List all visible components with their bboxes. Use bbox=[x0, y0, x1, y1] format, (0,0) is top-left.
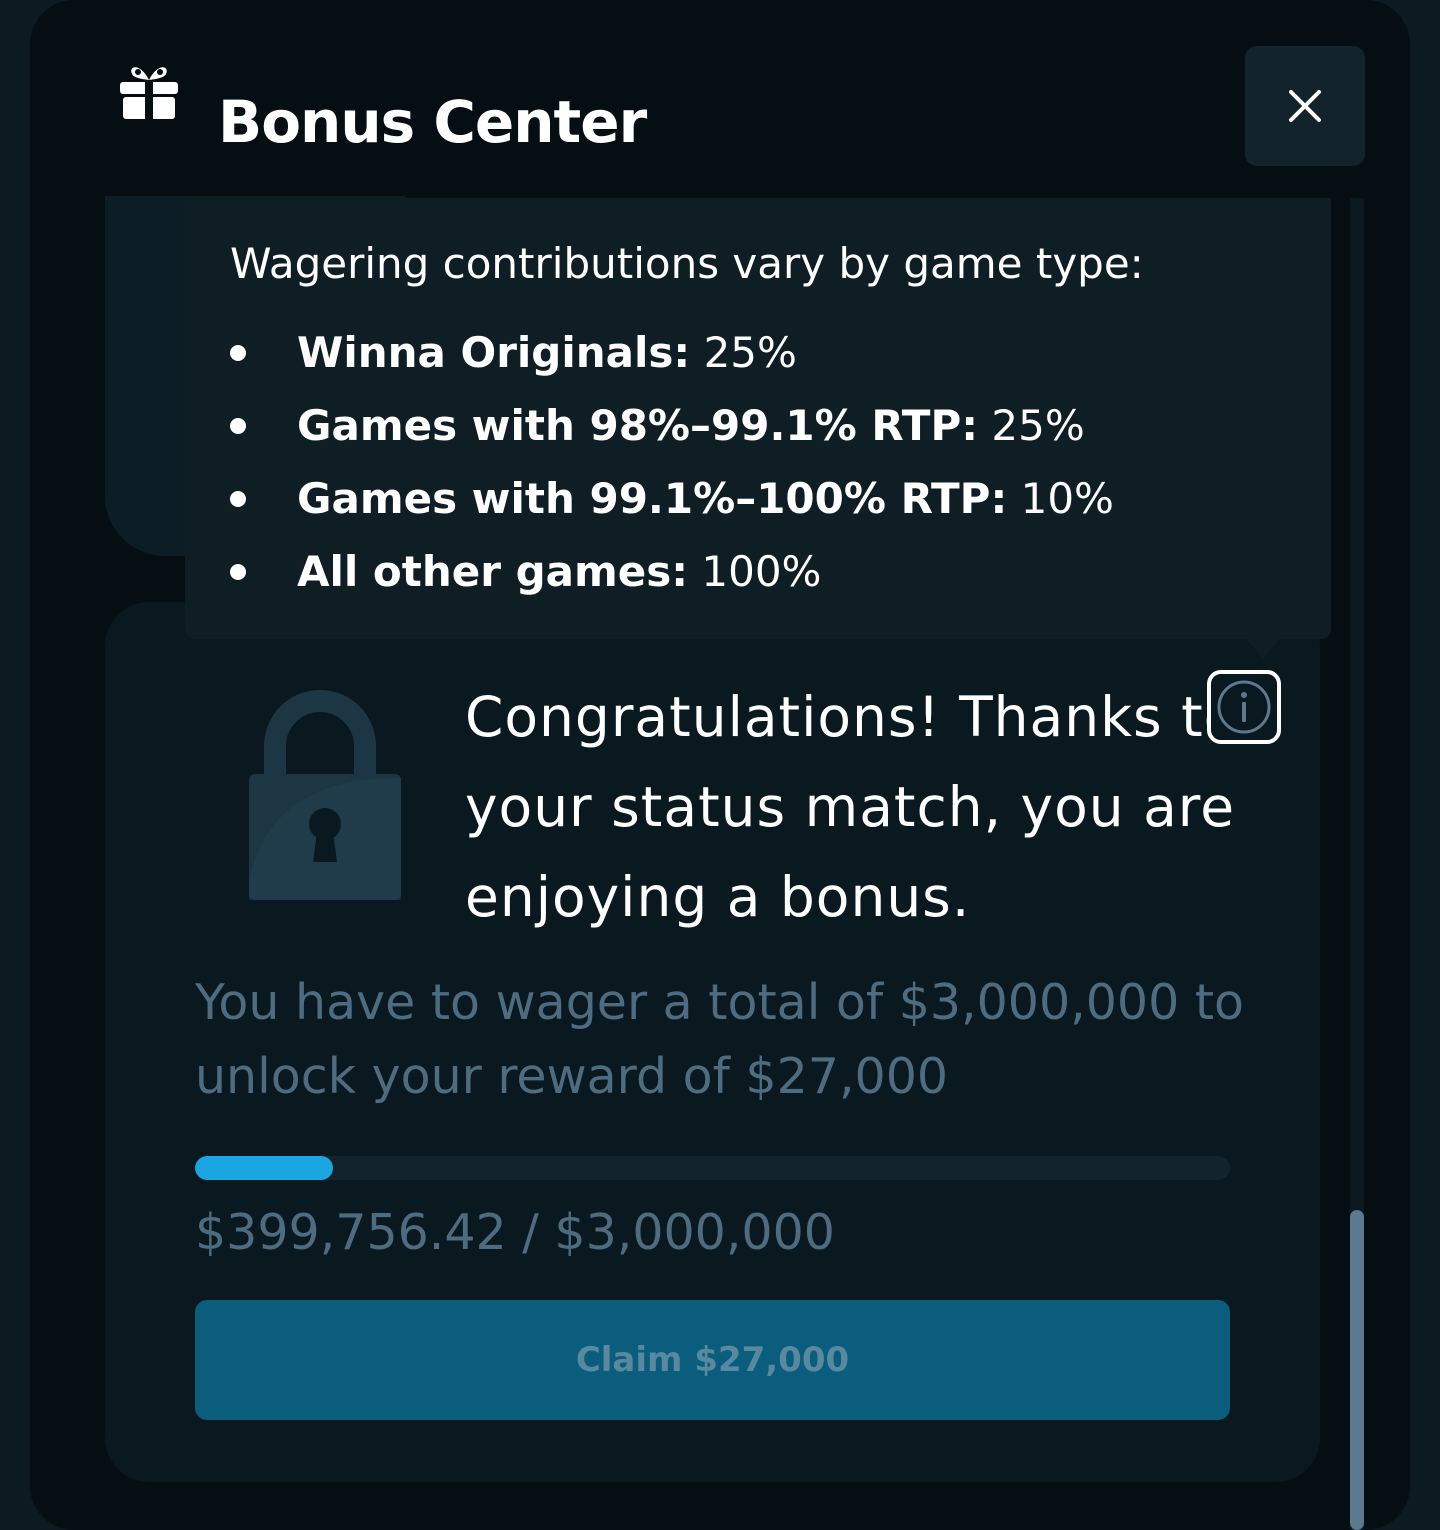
contribution-list: Winna Originals: 25% Games with 98%–99.1… bbox=[185, 316, 1114, 608]
item-value: 25% bbox=[703, 328, 797, 377]
modal-title: Bonus Center bbox=[218, 88, 647, 156]
close-icon bbox=[1289, 90, 1321, 122]
scrollbar-thumb[interactable] bbox=[1350, 1210, 1364, 1530]
item-value: 100% bbox=[701, 547, 822, 596]
list-item: Games with 99.1%–100% RTP: 10% bbox=[185, 462, 1114, 535]
bullet bbox=[230, 491, 246, 507]
info-button[interactable] bbox=[1207, 670, 1281, 744]
tooltip-arrow bbox=[1245, 637, 1281, 659]
list-item: All other games: 100% bbox=[185, 535, 1114, 608]
item-value: 25% bbox=[991, 401, 1085, 450]
bullet bbox=[230, 345, 246, 361]
bonus-card: Congratulations! Thanks to your status m… bbox=[105, 602, 1320, 1482]
bullet bbox=[230, 564, 246, 580]
congratulations-message: Congratulations! Thanks to your status m… bbox=[465, 685, 1239, 929]
claim-button[interactable]: Claim $27,000 bbox=[195, 1300, 1230, 1420]
item-label: All other games: bbox=[297, 547, 689, 596]
bonus-center-modal: Bonus Center Congratulations! Thanks to … bbox=[30, 0, 1410, 1530]
wager-progress-text: $399,756.42 / $3,000,000 bbox=[195, 1204, 835, 1261]
bullet bbox=[230, 418, 246, 434]
item-value: 10% bbox=[1020, 474, 1114, 523]
list-item: Winna Originals: 25% bbox=[185, 316, 1114, 389]
close-button[interactable] bbox=[1245, 46, 1365, 166]
wagering-tooltip: Wagering contributions vary by game type… bbox=[185, 198, 1331, 659]
item-label: Winna Originals: bbox=[297, 328, 691, 377]
tooltip-title: Wagering contributions vary by game type… bbox=[230, 239, 1144, 288]
wager-progress-bar bbox=[195, 1156, 1230, 1180]
lock-icon bbox=[249, 690, 401, 900]
list-item: Games with 98%–99.1% RTP: 25% bbox=[185, 389, 1114, 462]
item-label: Games with 99.1%–100% RTP: bbox=[297, 474, 1008, 523]
wager-requirement-text: You have to wager a total of $3,000,000 … bbox=[195, 974, 1245, 1105]
scrollbar[interactable] bbox=[1350, 198, 1364, 1530]
item-label: Games with 98%–99.1% RTP: bbox=[297, 401, 979, 450]
info-icon bbox=[1217, 680, 1271, 734]
modal-header: Bonus Center bbox=[30, 0, 1410, 198]
gift-icon bbox=[120, 67, 178, 122]
wager-progress-fill bbox=[195, 1156, 333, 1180]
